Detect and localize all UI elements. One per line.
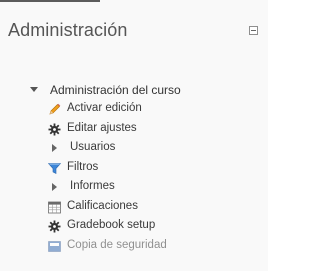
administration-block: Administración Administración del curso … — [0, 0, 268, 271]
tree-item-label[interactable]: Filtros — [67, 161, 98, 173]
block-header: Administración — [8, 18, 268, 54]
tree-item-reports[interactable]: Informes — [0, 178, 268, 198]
tree-root-label[interactable]: Administración del curso — [50, 83, 181, 97]
tree-item-label[interactable]: Activar edición — [67, 102, 142, 114]
tree-item-label[interactable]: Calificaciones — [67, 200, 138, 212]
tree-item-label[interactable]: Informes — [70, 180, 115, 192]
tree-item-gradebook-setup[interactable]: Gradebook setup — [0, 217, 268, 237]
caret-down-icon[interactable] — [30, 87, 38, 92]
caret-right-icon[interactable] — [52, 183, 57, 191]
gradebook-table-icon — [48, 201, 61, 213]
tree-root-course-administration[interactable]: Administración del curso — [0, 80, 268, 100]
gear-icon — [48, 123, 61, 135]
administration-tree: Administración del curso Activar edición — [0, 80, 268, 256]
backup-icon — [48, 240, 61, 252]
collapse-block-button[interactable] — [249, 26, 258, 35]
pencil-icon — [49, 103, 61, 115]
tree-item-label[interactable]: Copia de seguridad — [67, 239, 167, 251]
caret-right-icon[interactable] — [52, 144, 57, 152]
top-divider — [0, 0, 100, 2]
tree-item-users[interactable]: Usuarios — [0, 139, 268, 159]
tree-item-label[interactable]: Editar ajustes — [67, 122, 137, 134]
tree-item-list: Activar edición Editar ajustes Usuarios … — [0, 100, 268, 256]
block-title: Administración — [8, 20, 128, 40]
tree-item-grades[interactable]: Calificaciones — [0, 198, 268, 218]
tree-item-turn-editing-on[interactable]: Activar edición — [0, 100, 268, 120]
tree-item-filters[interactable]: Filtros — [0, 159, 268, 179]
tree-item-label[interactable]: Gradebook setup — [67, 219, 155, 231]
tree-item-edit-settings[interactable]: Editar ajustes — [0, 120, 268, 140]
filter-funnel-icon — [48, 162, 61, 174]
tree-item-backup[interactable]: Copia de seguridad — [0, 237, 268, 257]
gear-icon — [48, 220, 61, 233]
tree-item-label[interactable]: Usuarios — [70, 141, 115, 153]
